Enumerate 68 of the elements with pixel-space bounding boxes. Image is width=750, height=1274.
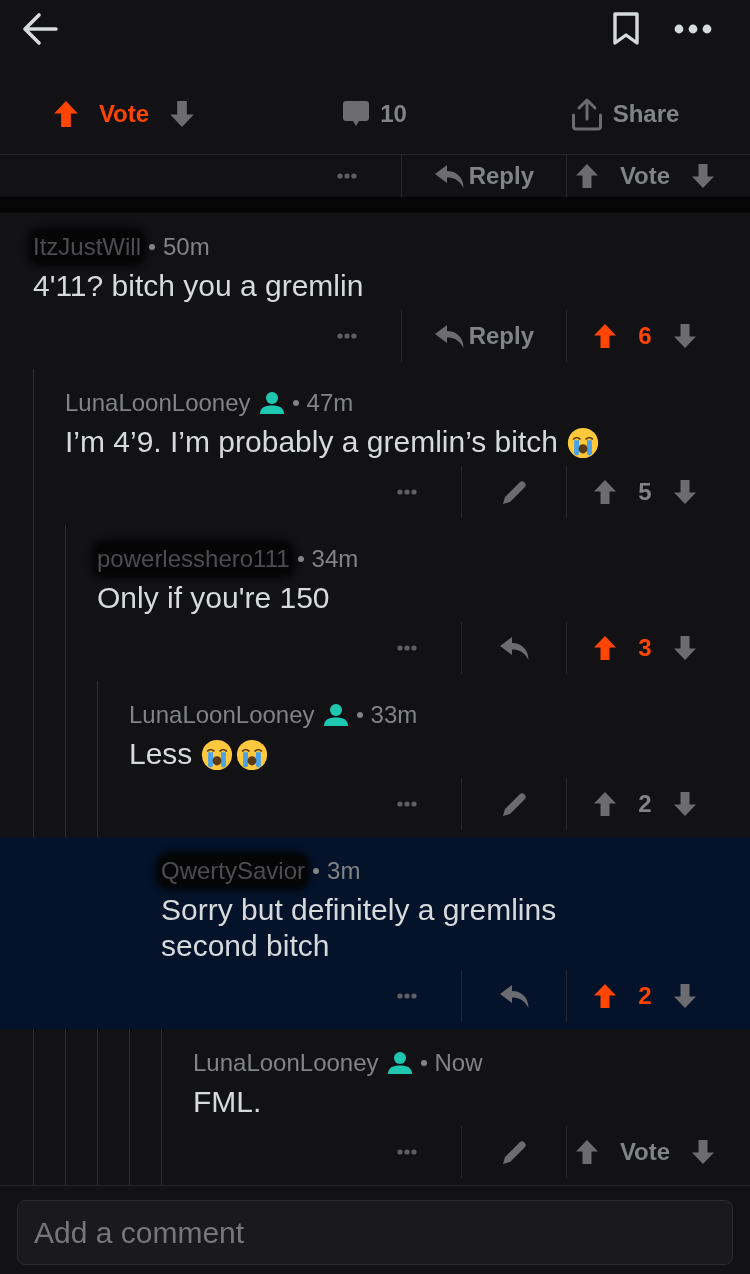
more-dots-icon[interactable]	[674, 24, 712, 34]
share-button[interactable]: Share	[570, 97, 680, 131]
more-dots-icon[interactable]	[397, 1149, 417, 1155]
up-arrow-icon[interactable]	[574, 163, 599, 189]
bullet-dot-icon	[297, 556, 304, 562]
bullet-dot-icon	[149, 244, 155, 250]
up-arrow-icon[interactable]	[593, 323, 618, 349]
score-text: Vote	[619, 1137, 671, 1167]
comment-text: FML.	[193, 1085, 262, 1118]
share-icon	[570, 97, 603, 131]
author-name[interactable]: LunaLoonLooney	[193, 1049, 379, 1077]
comment-count: 10	[380, 99, 407, 129]
vote-label: Vote	[98, 99, 150, 129]
up-arrow-icon[interactable]	[52, 100, 79, 128]
crying-face-icon	[567, 427, 599, 459]
down-arrow-icon[interactable]	[672, 791, 697, 817]
down-arrow-icon[interactable]	[672, 635, 697, 661]
up-arrow-icon[interactable]	[593, 635, 618, 661]
score-text: 6	[638, 321, 652, 351]
comment-time: 50m	[163, 233, 210, 261]
comment-time: Now	[434, 1049, 483, 1077]
score-text: 3	[638, 633, 652, 663]
comment-text: 4'11? bitch you a gremlin	[33, 269, 364, 302]
comment-time: 3m	[327, 857, 361, 885]
bullet-dot-icon	[356, 712, 363, 718]
comment-text: Only if you're 150	[97, 581, 330, 614]
back-arrow-icon[interactable]	[22, 12, 58, 46]
down-arrow-icon[interactable]	[691, 1139, 716, 1165]
down-arrow-icon[interactable]	[672, 323, 697, 349]
score-text: 2	[638, 789, 652, 819]
down-arrow-icon[interactable]	[691, 163, 716, 189]
comment-text: I’m 4’9. I’m probably a gremlin’s bitch	[65, 425, 558, 458]
comment-input[interactable]: Add a comment	[17, 1200, 733, 1265]
bullet-dot-icon	[313, 868, 320, 874]
comment-text: Less	[129, 737, 193, 770]
score-text: 5	[638, 477, 652, 507]
pencil-icon[interactable]	[500, 790, 528, 818]
comment-time: 33m	[370, 701, 418, 729]
down-arrow-icon[interactable]	[169, 100, 196, 128]
bullet-dot-icon	[292, 400, 299, 406]
down-arrow-icon[interactable]	[672, 983, 697, 1009]
more-dots-icon[interactable]	[397, 645, 417, 651]
reply-button[interactable]: Reply	[433, 321, 534, 351]
pencil-icon[interactable]	[500, 478, 528, 506]
more-dots-icon[interactable]	[397, 801, 417, 807]
down-arrow-icon[interactable]	[672, 479, 697, 505]
author-name[interactable]: LunaLoonLooney	[129, 701, 315, 729]
up-arrow-icon[interactable]	[574, 1139, 599, 1165]
comment-time: 34m	[311, 545, 359, 573]
pencil-icon[interactable]	[500, 1138, 528, 1166]
comment-text: Sorry but definitely a gremlins second bitch	[161, 893, 557, 962]
more-dots-icon[interactable]	[397, 489, 417, 495]
up-arrow-icon[interactable]	[593, 791, 618, 817]
crying-face-icon	[201, 739, 234, 771]
more-dots-icon[interactable]	[397, 993, 417, 999]
more-dots-icon[interactable]	[336, 333, 357, 339]
score-text: 2	[638, 981, 652, 1011]
up-arrow-icon[interactable]	[593, 479, 618, 505]
score-text: Vote	[619, 161, 671, 191]
bookmark-icon[interactable]	[612, 12, 640, 46]
comment-time: 47m	[306, 389, 354, 417]
bullet-dot-icon	[420, 1060, 427, 1066]
more-dots-icon[interactable]	[336, 173, 357, 179]
reply-button[interactable]: Reply	[433, 161, 534, 191]
crying-face-icon	[236, 739, 269, 771]
speech-bubble-icon[interactable]	[343, 101, 370, 127]
author-name[interactable]: LunaLoonLooney	[65, 389, 251, 417]
up-arrow-icon[interactable]	[593, 983, 618, 1009]
